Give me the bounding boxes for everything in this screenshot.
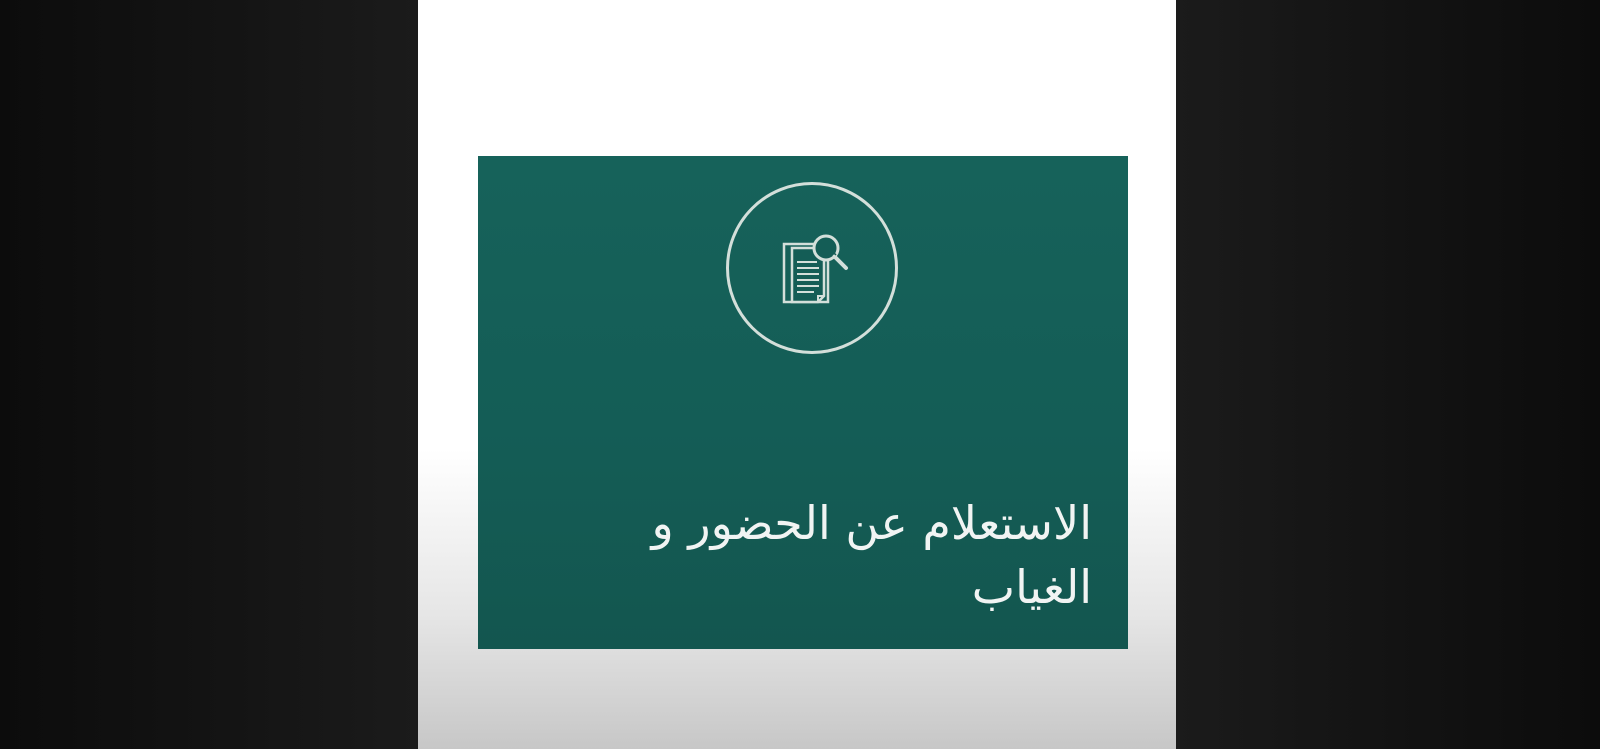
document-search-icon (782, 234, 848, 304)
left-dark-margin (0, 0, 418, 749)
video-frame: الاستعلام عن الحضور و الغياب (0, 0, 1600, 749)
card-title: الاستعلام عن الحضور و الغياب (651, 496, 1092, 614)
right-dark-margin (1176, 0, 1600, 749)
attendance-inquiry-card[interactable]: الاستعلام عن الحضور و الغياب (478, 156, 1128, 649)
phone-screen: الاستعلام عن الحضور و الغياب (418, 0, 1176, 749)
icon-circle (726, 182, 898, 354)
